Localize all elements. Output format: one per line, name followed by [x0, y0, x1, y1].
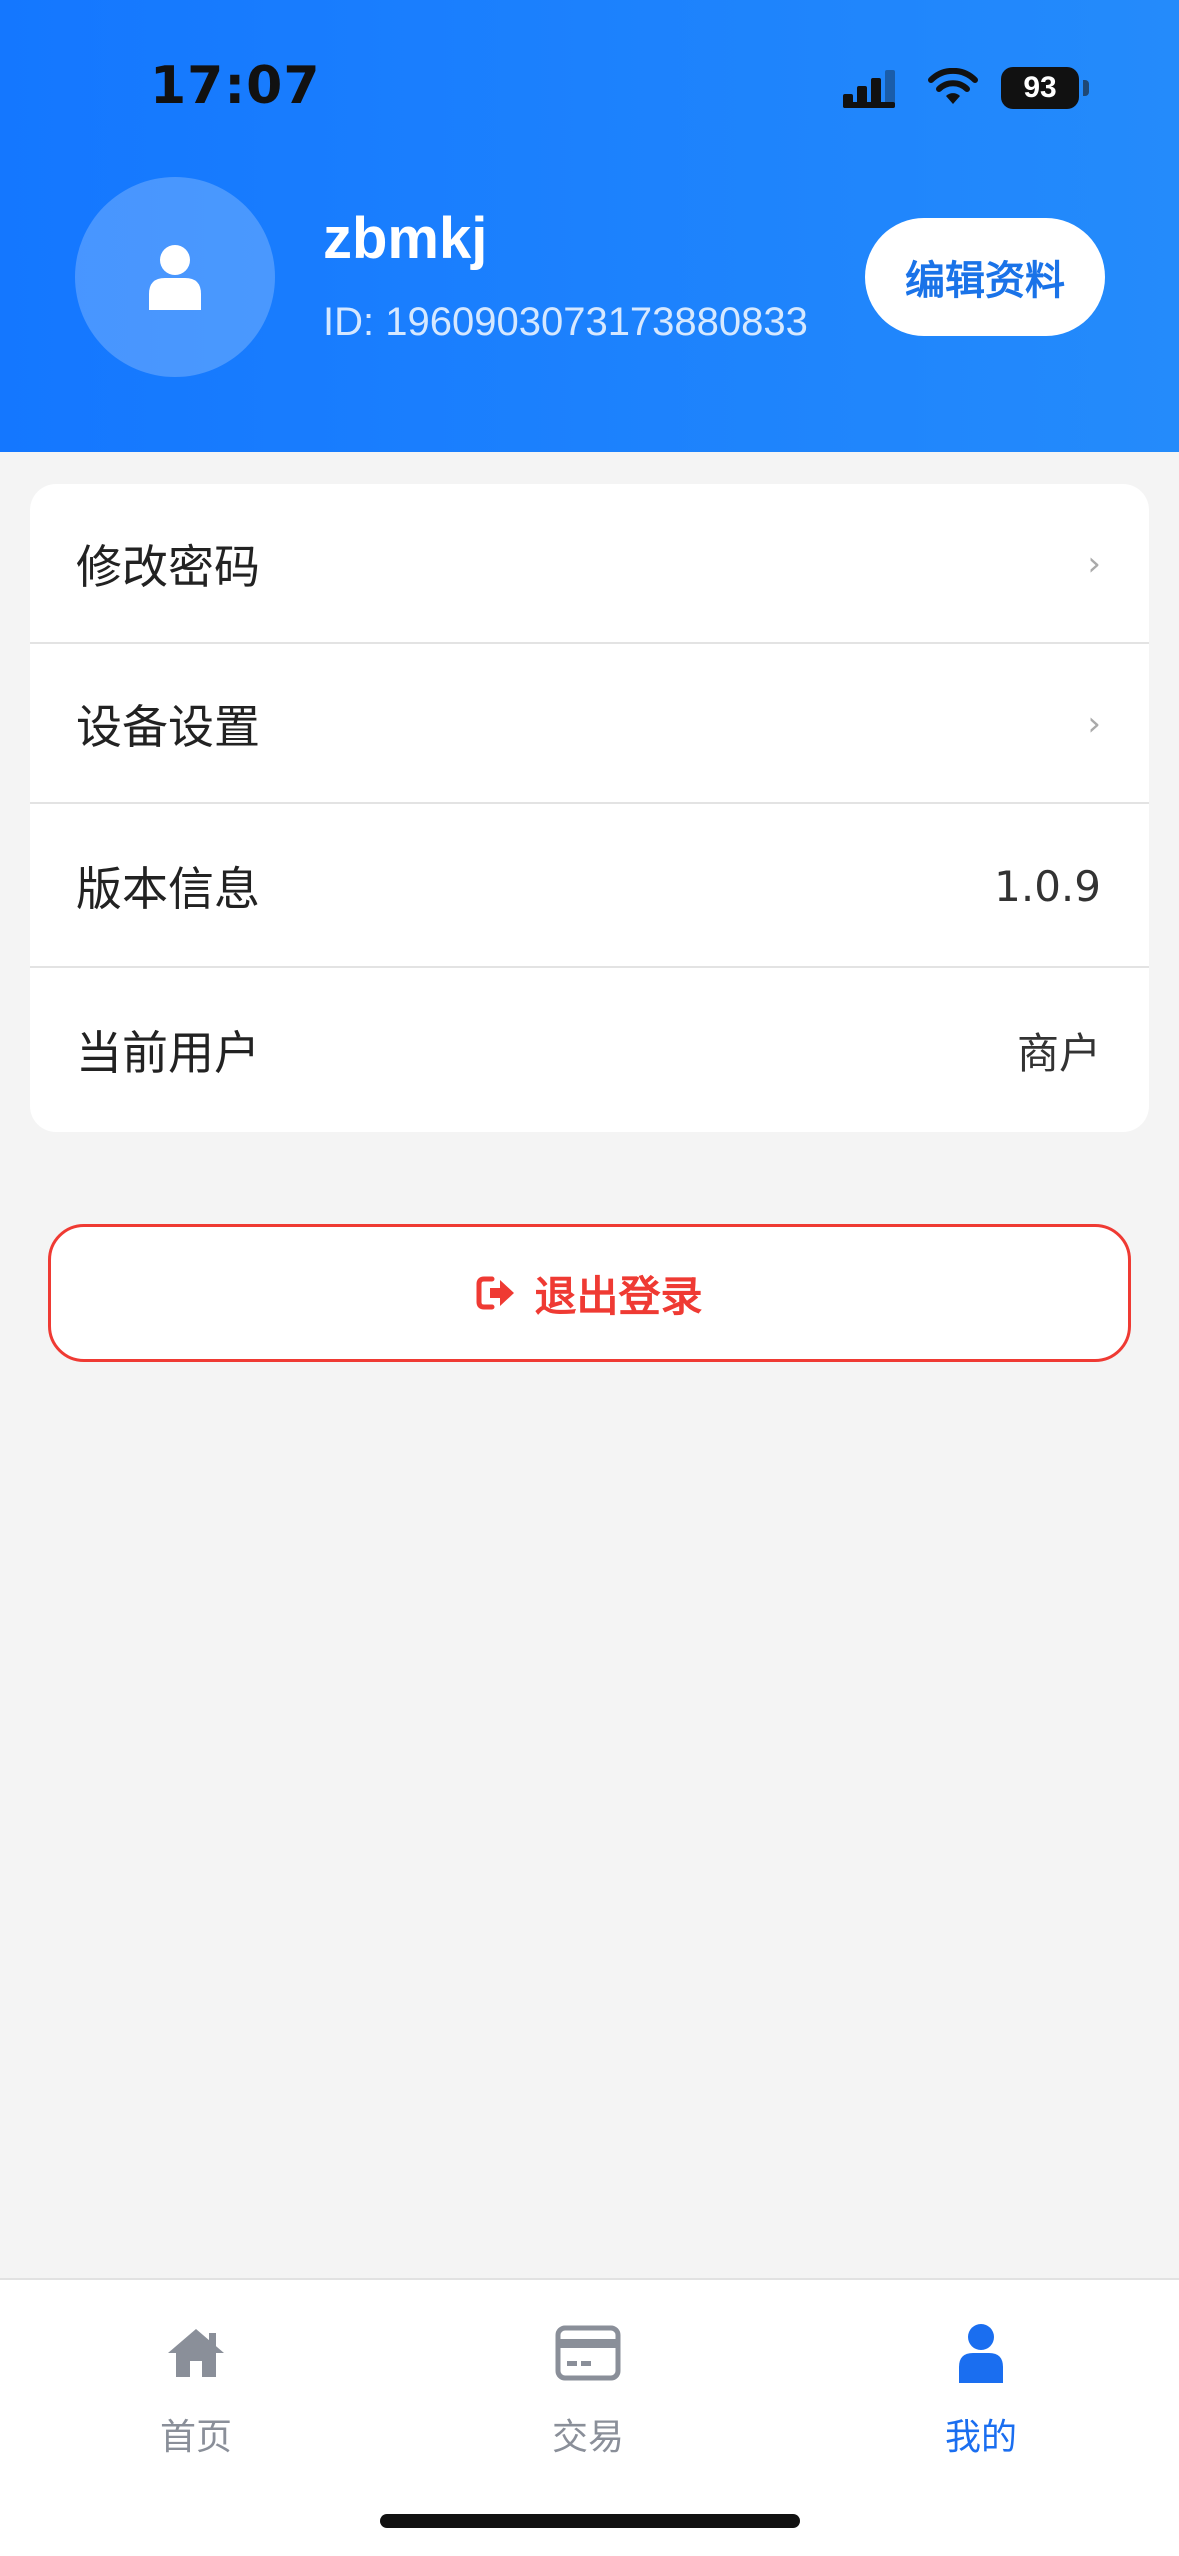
card-icon	[555, 2325, 621, 2381]
cellular-signal-icon	[843, 70, 895, 108]
tab-label: 交易	[551, 2417, 624, 2458]
status-icons: 93	[843, 64, 1089, 112]
battery-tip	[1083, 80, 1089, 96]
user-icon	[959, 2324, 1003, 2383]
menu-item-label: 版本信息	[76, 862, 260, 916]
bottom-tab-bar: 首页 交易 我的	[0, 2278, 1179, 2556]
tab-transactions[interactable]: 交易	[478, 2320, 698, 2460]
version-value: 1.0.9	[994, 861, 1101, 911]
menu-item-label: 当前用户	[76, 1026, 260, 1080]
menu-item-version: 版本信息 1.0.9	[30, 804, 1149, 968]
home-icon	[168, 2329, 224, 2377]
tab-home[interactable]: 首页	[86, 2320, 306, 2460]
avatar[interactable]	[75, 177, 275, 377]
current-user-value: 商户	[1016, 1028, 1101, 1078]
chevron-right-icon: ›	[1087, 704, 1101, 744]
battery-icon: 93	[1001, 67, 1089, 109]
tab-mine[interactable]: 我的	[871, 2320, 1091, 2460]
tab-label: 我的	[944, 2417, 1017, 2458]
menu-item-label: 修改密码	[76, 540, 260, 594]
menu-item-label: 设备设置	[76, 700, 260, 754]
settings-menu: 修改密码 › 设备设置 › 版本信息 1.0.9 当前用户 商户	[30, 484, 1149, 1132]
battery-level: 93	[1023, 71, 1057, 104]
tab-label: 首页	[159, 2417, 232, 2458]
menu-item-device-settings[interactable]: 设备设置 ›	[30, 644, 1149, 804]
user-avatar-icon	[149, 245, 201, 310]
home-indicator	[380, 2514, 800, 2528]
status-time: 17:07	[150, 56, 321, 116]
edit-profile-button[interactable]: 编辑资料	[865, 218, 1105, 336]
profile-header: 17:07 93 zbmkj ID: 1960903073173880833 编…	[0, 0, 1179, 452]
logout-icon	[476, 1276, 515, 1310]
menu-item-current-user: 当前用户 商户	[30, 968, 1149, 1132]
logout-button[interactable]: 退出登录	[48, 1224, 1131, 1362]
menu-item-change-password[interactable]: 修改密码 ›	[30, 484, 1149, 644]
wifi-icon	[928, 68, 978, 104]
chevron-right-icon: ›	[1087, 544, 1101, 584]
username: zbmkj	[323, 206, 488, 271]
user-id: ID: 1960903073173880833	[323, 300, 808, 344]
logout-label: 退出登录	[534, 1271, 703, 1321]
